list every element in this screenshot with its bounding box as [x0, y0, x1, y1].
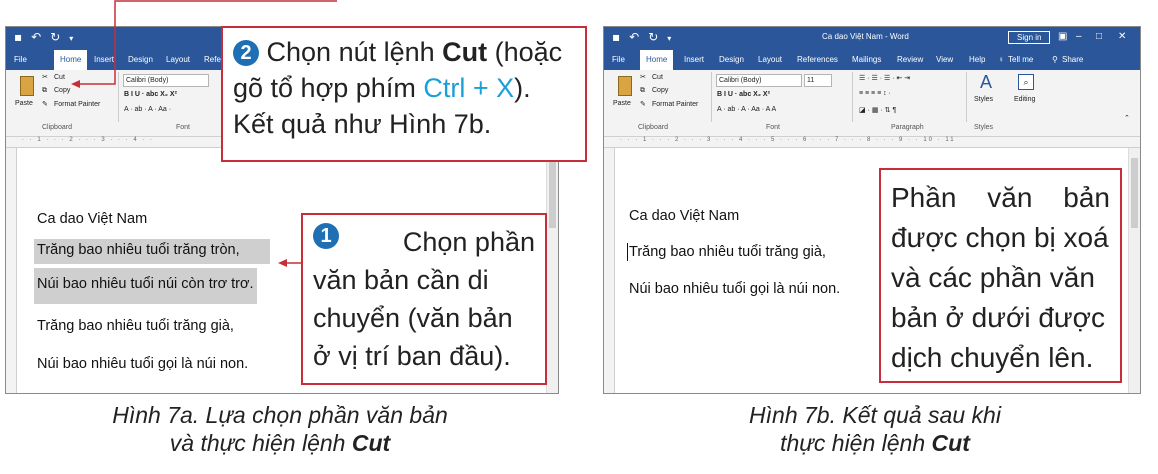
- align-buttons[interactable]: ≡ ≡ ≡ ≡ ↕ ·: [859, 90, 891, 97]
- caption-figure-a: Hình 7a. Lựa chọn phần văn bản và thực h…: [0, 401, 560, 457]
- tab-layout[interactable]: Layout: [758, 55, 782, 64]
- lightbulb-icon: ♀: [998, 55, 1004, 64]
- document-line-2[interactable]: Núi bao nhiêu tuổi gọi là núi non.: [629, 281, 840, 297]
- font-effects-buttons[interactable]: A · ab · A · Aa · A A: [717, 106, 776, 113]
- caption-b-line-1: Hình 7b. Kết quả sau khi: [749, 402, 1001, 428]
- caption-b-bold: Cut: [931, 430, 970, 456]
- callout-cut-text-1b: (hoặc: [487, 37, 563, 67]
- callout-result-word: văn: [987, 182, 1033, 213]
- quick-access-toolbar: ▪ ↶ ↻ ▾: [612, 30, 680, 44]
- callout-result-word: bản: [1063, 182, 1110, 213]
- format-painter-button[interactable]: Format Painter: [652, 101, 698, 108]
- minimize-icon[interactable]: –: [1076, 31, 1082, 42]
- font-size-select[interactable]: 11: [804, 74, 832, 87]
- ribbon-tabs: File Home Insert Design Layout Reference…: [604, 50, 1140, 70]
- cut-button[interactable]: Cut: [652, 74, 663, 81]
- callout-select-line-3: chuyển (văn bản: [313, 303, 513, 333]
- callout-result-line-1: Phần văn bản: [891, 178, 1110, 218]
- document-title: Ca dao Việt Nam - Word: [822, 32, 909, 41]
- tab-references[interactable]: References: [797, 55, 838, 64]
- shortcut-ctrl-x: Ctrl + X: [423, 73, 515, 103]
- scissors-icon[interactable]: ✂: [640, 73, 646, 81]
- caption-a-line-1: Hình 7a. Lựa chọn phần văn bản: [112, 402, 448, 428]
- document-heading[interactable]: Ca dao Việt Nam: [629, 208, 739, 224]
- close-icon[interactable]: ✕: [1118, 31, 1126, 42]
- save-icon[interactable]: ▪: [612, 30, 620, 44]
- group-divider: [711, 72, 712, 122]
- callout-result-line-5: dịch chuyển lên.: [891, 342, 1094, 373]
- tell-me-box[interactable]: Tell me: [1008, 55, 1033, 64]
- font-group-label: Font: [766, 124, 781, 131]
- sign-in-button[interactable]: Sign in: [1008, 31, 1051, 44]
- callout-result-line-3: và các phần văn: [891, 262, 1095, 293]
- callout-cut-text-1: Chọn nút lệnh: [266, 37, 443, 67]
- paste-button[interactable]: Paste: [613, 100, 631, 107]
- caption-figure-b: Hình 7b. Kết quả sau khi thực hiện lệnh …: [595, 401, 1155, 457]
- styles-icon[interactable]: A: [980, 72, 992, 93]
- callout-select-line-2: văn bản cần di: [313, 265, 489, 295]
- text-cursor: [627, 243, 628, 261]
- format-painter-icon[interactable]: ✎: [640, 100, 646, 108]
- font-name-select[interactable]: Calibri (Body): [716, 74, 802, 87]
- copy-icon[interactable]: ⧉: [640, 87, 645, 95]
- search-icon[interactable]: ⌕: [1018, 74, 1034, 90]
- callout-select-line-1: Chọn phần: [402, 227, 535, 257]
- tab-review[interactable]: Review: [897, 55, 923, 64]
- tab-help[interactable]: Help: [969, 55, 985, 64]
- ribbon: Paste ✂ Cut ⧉ Copy ✎ Format Painter Clip…: [604, 70, 1140, 137]
- tab-insert[interactable]: Insert: [684, 55, 704, 64]
- document-line-1[interactable]: Trăng bao nhiêu tuổi trăng già,: [629, 244, 826, 260]
- editing-button[interactable]: Editing: [1014, 96, 1035, 103]
- title-bar: ▪ ↶ ↻ ▾ Ca dao Việt Nam - Word Sign in ▣ – …: [604, 27, 1140, 50]
- clipboard-group-label: Clipboard: [638, 124, 668, 131]
- scrollbar-thumb[interactable]: [1131, 158, 1138, 228]
- caption-a-line-2: và thực hiện lệnh: [169, 430, 352, 456]
- tab-home[interactable]: Home: [640, 50, 674, 70]
- callout-select-instruction: 1 Chọn phần văn bản cần di chuyển (văn bả…: [301, 213, 547, 385]
- horizontal-ruler: · · · 1 · · · 2 · · · 3 · · · 4 · · · 5 …: [604, 137, 1140, 148]
- maximize-icon[interactable]: □: [1096, 31, 1102, 42]
- person-icon: ⚲: [1052, 55, 1058, 64]
- share-button[interactable]: Share: [1062, 55, 1083, 64]
- caption-b-line-2: thực hiện lệnh: [780, 430, 932, 456]
- ribbon-display-icon[interactable]: ▣: [1058, 31, 1067, 42]
- tab-view[interactable]: View: [936, 55, 953, 64]
- callout-cut-text-2: gõ tổ hợp phím: [233, 73, 424, 103]
- vertical-ruler: [604, 148, 615, 393]
- copy-button[interactable]: Copy: [652, 87, 668, 94]
- callout-cut-text-2b: ).: [514, 73, 531, 103]
- step-2-badge: 2: [233, 40, 259, 66]
- redo-icon[interactable]: ↻: [648, 30, 658, 44]
- callout-result-line-2: được chọn bị xoá: [891, 222, 1109, 253]
- callout-result-line-4: bản ở dưới được: [891, 302, 1105, 333]
- styles-button[interactable]: Styles: [974, 96, 993, 103]
- tab-mailings[interactable]: Mailings: [852, 55, 881, 64]
- tab-file[interactable]: File: [612, 55, 625, 64]
- paste-icon[interactable]: [618, 76, 632, 96]
- paragraph-group-label: Paragraph: [891, 124, 924, 131]
- group-divider: [966, 72, 967, 122]
- font-format-buttons[interactable]: B I U · abc X₂ X²: [717, 91, 770, 98]
- cut-pointer-arrowhead: [71, 80, 80, 88]
- callout-cut-bold: Cut: [442, 37, 488, 67]
- callout-result: Phần văn bản được chọn bị xoá và các phần …: [879, 168, 1122, 383]
- callout-cut-text-3: Kết quả như Hình 7b.: [233, 109, 492, 139]
- undo-icon[interactable]: ↶: [629, 30, 639, 44]
- styles-group-label: Styles: [974, 124, 994, 131]
- tab-design[interactable]: Design: [719, 55, 744, 64]
- list-buttons[interactable]: ☰ · ☰ · ☰ · ⇤ ⇥: [859, 74, 910, 82]
- vertical-scrollbar[interactable]: [1128, 148, 1140, 393]
- customize-icon[interactable]: ▾: [667, 34, 671, 43]
- shading-buttons[interactable]: ◪ · ▦ · ⇅ ¶: [859, 106, 896, 114]
- callout-select-line-4: ở vị trí ban đầu).: [313, 341, 511, 371]
- group-divider: [852, 72, 853, 122]
- callout-result-word: Phần: [891, 182, 957, 213]
- callout-cut-instruction: 2 Chọn nút lệnh Cut (hoặc gõ tổ hợp phím…: [221, 26, 587, 162]
- select-pointer-arrowhead: [278, 259, 287, 267]
- collapse-ribbon-icon[interactable]: ⌃: [1124, 114, 1130, 122]
- caption-a-bold: Cut: [351, 430, 391, 456]
- step-1-badge: 1: [313, 223, 339, 249]
